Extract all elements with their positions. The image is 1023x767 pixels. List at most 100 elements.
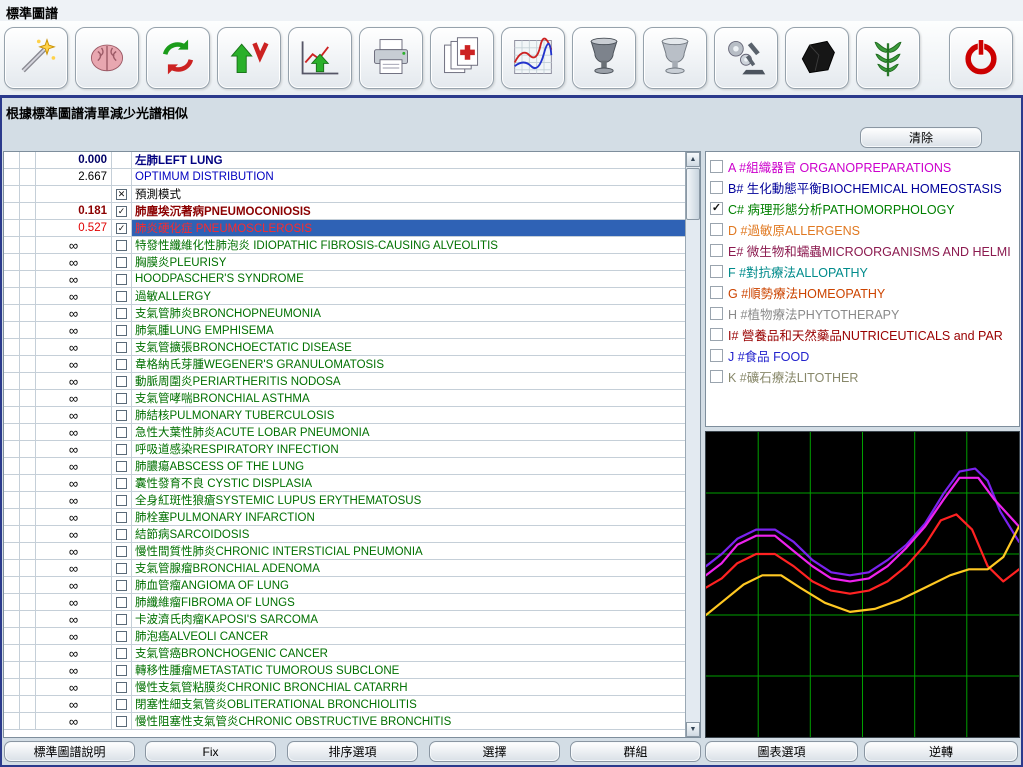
- table-row[interactable]: ∞肺膿瘍ABSCESS OF THE LUNG: [4, 458, 685, 475]
- analysis-button[interactable]: [714, 27, 778, 89]
- row-checkbox[interactable]: [116, 495, 127, 506]
- cup-dark-button[interactable]: [572, 27, 636, 89]
- row-checkbox[interactable]: [116, 614, 127, 625]
- row-checkbox[interactable]: [116, 444, 127, 455]
- row-checkbox[interactable]: [116, 410, 127, 421]
- row-checkbox[interactable]: [116, 427, 127, 438]
- printer-button[interactable]: [359, 27, 423, 89]
- magic-wand-button[interactable]: [4, 27, 68, 89]
- category-checkbox[interactable]: [710, 349, 723, 362]
- category-checkbox[interactable]: [710, 181, 723, 194]
- row-checkbox[interactable]: [116, 682, 127, 693]
- category-checkbox[interactable]: [710, 223, 723, 236]
- category-item[interactable]: A #組織器官 ORGANOPREPARATIONS: [708, 156, 1017, 177]
- row-checkbox[interactable]: [116, 274, 127, 285]
- row-checkbox[interactable]: ✕: [116, 189, 127, 200]
- table-row[interactable]: ∞肺栓塞PULMONARY INFARCTION: [4, 509, 685, 526]
- row-checkbox[interactable]: [116, 376, 127, 387]
- row-checkbox[interactable]: [116, 529, 127, 540]
- chart-arrows-button[interactable]: [288, 27, 352, 89]
- category-item[interactable]: H #植物療法PHYTOTHERAPY: [708, 303, 1017, 324]
- row-checkbox[interactable]: [116, 716, 127, 727]
- group-button[interactable]: 群組: [570, 741, 701, 762]
- table-row[interactable]: ∞慢性間質性肺炎CHRONIC INTERSTICIAL PNEUMONIA: [4, 543, 685, 560]
- table-scrollbar[interactable]: ▲ ▼: [685, 152, 700, 737]
- table-row[interactable]: 0.000左肺LEFT LUNG: [4, 152, 685, 169]
- copy-cards-button[interactable]: [430, 27, 494, 89]
- brain-button[interactable]: [75, 27, 139, 89]
- category-item[interactable]: ✓C# 病理形態分析PATHOMORPHOLOGY: [708, 198, 1017, 219]
- category-checkbox[interactable]: [710, 244, 723, 257]
- select-button[interactable]: 選擇: [429, 741, 560, 762]
- table-row[interactable]: ∞肺血管瘤ANGIOMA OF LUNG: [4, 577, 685, 594]
- row-checkbox[interactable]: [116, 342, 127, 353]
- category-item[interactable]: K #礦石療法LITOTHER: [708, 366, 1017, 387]
- row-checkbox[interactable]: [116, 563, 127, 574]
- table-row[interactable]: ∞支氣管肺炎BRONCHOPNEUMONIA: [4, 305, 685, 322]
- row-checkbox[interactable]: [116, 580, 127, 591]
- row-checkbox[interactable]: ✓: [116, 206, 127, 217]
- category-item[interactable]: I# 營養品和天然藥品NUTRICEUTICALS and PAR: [708, 324, 1017, 345]
- category-item[interactable]: D #過敏原ALLERGENS: [708, 219, 1017, 240]
- row-checkbox[interactable]: [116, 257, 127, 268]
- category-item[interactable]: G #順勢療法HOMEOPATHY: [708, 282, 1017, 303]
- row-checkbox[interactable]: [116, 291, 127, 302]
- table-row[interactable]: ∞肺結核PULMONARY TUBERCULOSIS: [4, 407, 685, 424]
- table-row[interactable]: ∞過敏ALLERGY: [4, 288, 685, 305]
- category-checkbox[interactable]: [710, 286, 723, 299]
- row-checkbox[interactable]: [116, 665, 127, 676]
- invert-button[interactable]: 逆轉: [864, 741, 1018, 762]
- row-checkbox[interactable]: [116, 546, 127, 557]
- fix-button[interactable]: Fix: [145, 741, 276, 762]
- cup-light-button[interactable]: [643, 27, 707, 89]
- table-row[interactable]: 2.667OPTIMUM DISTRIBUTION: [4, 169, 685, 186]
- category-item[interactable]: B# 生化動態平衡BIOCHEMICAL HOMEOSTASIS: [708, 177, 1017, 198]
- table-row[interactable]: ∞呼吸道感染RESPIRATORY INFECTION: [4, 441, 685, 458]
- row-checkbox[interactable]: [116, 648, 127, 659]
- stone-button[interactable]: [785, 27, 849, 89]
- table-row[interactable]: ∞支氣管腺瘤BRONCHIAL ADENOMA: [4, 560, 685, 577]
- table-row[interactable]: ∞胸膜炎PLEURISY: [4, 254, 685, 271]
- row-checkbox[interactable]: [116, 240, 127, 251]
- category-checkbox[interactable]: [710, 370, 723, 383]
- row-checkbox[interactable]: [116, 359, 127, 370]
- table-row[interactable]: ∞HOODPASCHER'S SYNDROME: [4, 271, 685, 288]
- scrollbar-up-icon[interactable]: ▲: [686, 152, 700, 167]
- table-row[interactable]: ∞急性大葉性肺炎ACUTE LOBAR PNEUMONIA: [4, 424, 685, 441]
- table-row[interactable]: ∞全身紅斑性狼瘡SYSTEMIC LUPUS ERYTHEMATOSUS: [4, 492, 685, 509]
- category-checkbox[interactable]: [710, 307, 723, 320]
- table-row[interactable]: ∞慢性支氣管粘膜炎CHRONIC BRONCHIAL CATARRH: [4, 679, 685, 696]
- category-item[interactable]: J #食品 FOOD: [708, 345, 1017, 366]
- category-checkbox[interactable]: [710, 265, 723, 278]
- sort-options-button[interactable]: 排序選項: [287, 741, 418, 762]
- row-checkbox[interactable]: [116, 393, 127, 404]
- table-row[interactable]: ∞慢性阻塞性支氣管炎CHRONIC OBSTRUCTIVE BRONCHITIS: [4, 713, 685, 730]
- table-row[interactable]: ∞支氣管癌BRONCHOGENIC CANCER: [4, 645, 685, 662]
- table-row[interactable]: ∞囊性發育不良 CYSTIC DISPLASIA: [4, 475, 685, 492]
- table-row[interactable]: ∞結節病SARCOIDOSIS: [4, 526, 685, 543]
- table-row[interactable]: ∞特發性纖維化性肺泡炎 IDIOPATHIC FIBROSIS-CAUSING …: [4, 237, 685, 254]
- row-checkbox[interactable]: [116, 308, 127, 319]
- scrollbar-thumb[interactable]: [686, 168, 700, 220]
- row-checkbox[interactable]: ✓: [116, 223, 127, 234]
- row-checkbox[interactable]: [116, 478, 127, 489]
- row-checkbox[interactable]: [116, 325, 127, 336]
- table-row[interactable]: ∞支氣管哮喘BRONCHIAL ASTHMA: [4, 390, 685, 407]
- row-checkbox[interactable]: [116, 699, 127, 710]
- category-item[interactable]: F #對抗療法ALLOPATHY: [708, 261, 1017, 282]
- clear-button[interactable]: 清除: [860, 127, 982, 148]
- category-item[interactable]: E# 微生物和蠕蟲MICROORGANISMS AND HELMI: [708, 240, 1017, 261]
- category-checkbox[interactable]: [710, 160, 723, 173]
- table-row[interactable]: ∞肺氣腫LUNG EMPHISEMA: [4, 322, 685, 339]
- compare-arrows-button[interactable]: [217, 27, 281, 89]
- table-row[interactable]: ∞肺泡癌ALVEOLI CANCER: [4, 628, 685, 645]
- category-checkbox[interactable]: [710, 328, 723, 341]
- table-row[interactable]: ∞卡波濟氏肉瘤KAPOSI'S SARCOMA: [4, 611, 685, 628]
- power-button[interactable]: [949, 27, 1013, 89]
- row-checkbox[interactable]: [116, 512, 127, 523]
- table-row[interactable]: 0.181✓肺塵埃沉著病PNEUMOCONIOSIS: [4, 203, 685, 220]
- table-row[interactable]: ∞動脈周圍炎PERIARTHERITIS NODOSA: [4, 373, 685, 390]
- row-checkbox[interactable]: [116, 597, 127, 608]
- table-row[interactable]: ∞轉移性腫瘤METASTATIC TUMOROUS SUBCLONE: [4, 662, 685, 679]
- category-checkbox[interactable]: ✓: [710, 202, 723, 215]
